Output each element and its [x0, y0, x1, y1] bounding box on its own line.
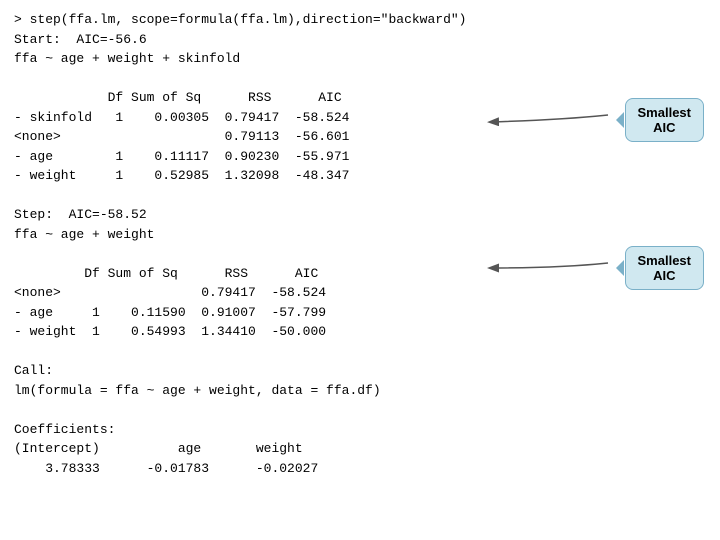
console-output: > step(ffa.lm, scope=formula(ffa.lm),dir…	[14, 10, 706, 478]
tooltip-smallest-aic-2: Smallest AIC	[625, 246, 704, 290]
tooltip-smallest-aic-1: Smallest AIC	[625, 98, 704, 142]
